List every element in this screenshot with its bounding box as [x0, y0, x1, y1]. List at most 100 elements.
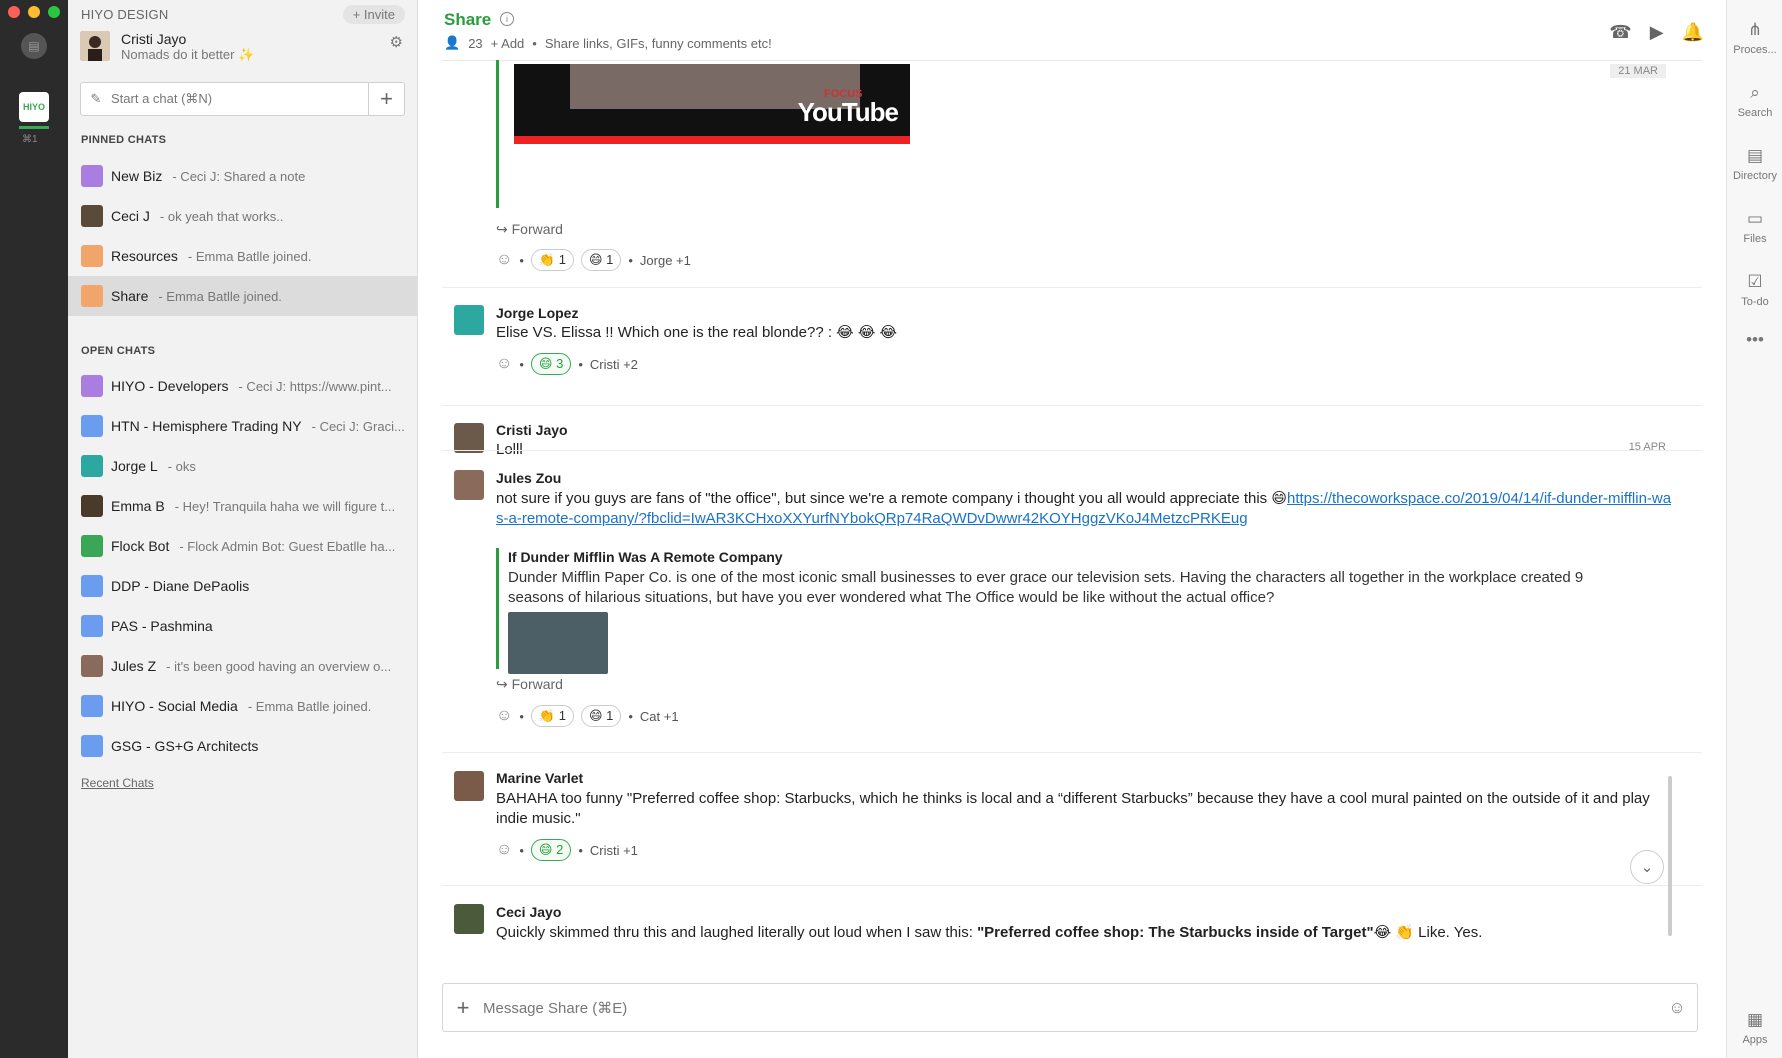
process-app[interactable]: ⋔ Proces...	[1727, 20, 1782, 56]
reacted-by[interactable]: Jorge +1	[640, 253, 691, 268]
chat-name: New Biz	[111, 168, 163, 184]
chat-list-item[interactable]: Flock Bot - Flock Admin Bot: Guest Ebatll…	[68, 526, 417, 566]
chat-list-item[interactable]: GSG - GS+G Architects	[68, 726, 417, 766]
avatar[interactable]	[454, 904, 484, 934]
add-member-button[interactable]: + Add	[491, 36, 525, 51]
reaction-pill[interactable]: 😄 1	[580, 249, 622, 271]
bell-icon[interactable]: 🔔	[1682, 22, 1704, 43]
message-scrollbar[interactable]	[1668, 776, 1672, 936]
reacted-by[interactable]: Cristi +1	[590, 843, 638, 858]
chat-list-item[interactable]: DDP - Diane DePaolis	[68, 566, 417, 606]
video-progress-bar	[514, 136, 910, 144]
add-reaction-icon[interactable]: ☺	[496, 707, 512, 725]
chat-list-item[interactable]: Resources - Emma Batlle joined.	[68, 236, 417, 276]
team-name[interactable]: HIYO DESIGN	[81, 7, 168, 22]
chat-list-item[interactable]: New Biz - Ceci J: Shared a note	[68, 156, 417, 196]
chat-icon	[81, 285, 103, 307]
user-status[interactable]: Nomads do it better ✨	[121, 47, 254, 63]
more-apps-button[interactable]: •••	[1727, 330, 1782, 350]
recent-chats-link[interactable]: Recent Chats	[81, 776, 154, 790]
reaction-pill[interactable]: 😄 2	[530, 839, 572, 861]
scroll-to-bottom-button[interactable]: ⌄	[1630, 850, 1664, 884]
chat-preview: - Emma Batlle joined.	[187, 248, 312, 264]
message-bold: "Preferred coffee shop: The Starbucks in…	[977, 924, 1374, 941]
files-icon: ▭	[1746, 209, 1764, 228]
reacted-by[interactable]: Cat +1	[640, 709, 679, 724]
youtube-thumbnail[interactable]: FOCUS YouTube	[514, 64, 910, 144]
message-author[interactable]: Cristi Jayo	[496, 422, 568, 438]
chat-list-item[interactable]: HIYO - Social Media - Emma Batlle joined.	[68, 686, 417, 726]
search-app[interactable]: ⌕ Search	[1727, 83, 1782, 119]
add-reaction-icon[interactable]: ☺	[496, 841, 512, 859]
message-author[interactable]: Marine Varlet	[496, 770, 583, 786]
member-count[interactable]: 23	[468, 36, 482, 51]
chat-icon	[81, 695, 103, 717]
preview-thumbnail[interactable]	[508, 612, 608, 674]
chat-list-item[interactable]: HIYO - Developers - Ceci J: https://www.p…	[68, 366, 417, 406]
zoom-window-button[interactable]	[48, 6, 60, 18]
preview-title[interactable]: If Dunder Mifflin Was A Remote Company	[508, 549, 1656, 565]
start-chat-bar[interactable]: ✎ Start a chat (⌘N) +	[80, 82, 405, 116]
chat-name: Share	[111, 288, 149, 304]
chat-name: HIYO - Developers	[111, 378, 229, 394]
link-preview[interactable]: If Dunder Mifflin Was A Remote Company D…	[496, 548, 1656, 674]
new-chat-button[interactable]: +	[368, 83, 404, 115]
chat-preview: - Flock Admin Bot: Guest Ebatlle ha...	[179, 538, 396, 554]
directory-app[interactable]: ▤ Directory	[1727, 146, 1782, 182]
avatar[interactable]	[80, 31, 110, 61]
minimize-window-button[interactable]	[28, 6, 40, 18]
avatar[interactable]	[454, 771, 484, 801]
message-input[interactable]: Message Share (⌘E)	[483, 999, 1657, 1017]
reaction-pill[interactable]: 👏 1	[530, 249, 574, 271]
message-divider	[442, 450, 1702, 451]
chat-list-item[interactable]: Share - Emma Batlle joined.	[68, 276, 417, 316]
forward-button[interactable]: ↪ Forward	[496, 221, 563, 238]
emoji-icon[interactable]: ☺	[1657, 998, 1697, 1018]
team-logo[interactable]: HIYO	[19, 92, 49, 122]
chat-bubble-icon[interactable]: ▤	[21, 33, 47, 59]
chat-list-item[interactable]: Jorge L - oks	[68, 446, 417, 486]
members-icon[interactable]: 👤	[444, 35, 460, 51]
forward-button[interactable]: ↪ Forward	[496, 676, 563, 693]
avatar[interactable]	[454, 423, 484, 453]
chat-list-item[interactable]: Jules Z - it's been good having an overvi…	[68, 646, 417, 686]
chat-icon	[81, 535, 103, 557]
chat-list-item[interactable]: Emma B - Hey! Tranquila haha we will figu…	[68, 486, 417, 526]
chat-icon	[81, 615, 103, 637]
chat-icon	[81, 415, 103, 437]
files-app[interactable]: ▭ Files	[1727, 209, 1782, 245]
chat-preview: - oks	[167, 458, 196, 474]
team-shortcut: ⌘1	[22, 134, 38, 145]
reaction-pill[interactable]: 👏 1	[530, 705, 574, 727]
conversation-pane: Share i 👤 23 + Add • Share links, GIFs, …	[418, 0, 1726, 1058]
add-reaction-icon[interactable]: ☺	[496, 355, 512, 373]
reaction-pill[interactable]: 😄 3	[530, 353, 572, 375]
apps-button[interactable]: ▦ Apps	[1727, 1010, 1782, 1046]
todo-app[interactable]: ☑ To-do	[1727, 272, 1782, 308]
message-author[interactable]: Jules Zou	[496, 470, 561, 486]
channel-subheader: 👤 23 + Add • Share links, GIFs, funny co…	[444, 35, 772, 51]
pinned-chats-title: PINNED CHATS	[81, 134, 167, 146]
start-chat-input[interactable]: Start a chat (⌘N)	[111, 91, 368, 107]
reaction-pill[interactable]: 😄 1	[580, 705, 622, 727]
reacted-by[interactable]: Cristi +2	[590, 357, 638, 372]
close-window-button[interactable]	[8, 6, 20, 18]
invite-button[interactable]: + Invite	[342, 5, 405, 24]
add-reaction-icon[interactable]: ☺	[496, 251, 512, 269]
video-icon[interactable]: ▶	[1650, 22, 1664, 43]
chat-list-item[interactable]: PAS - Pashmina	[68, 606, 417, 646]
message-author[interactable]: Jorge Lopez	[496, 305, 578, 321]
chat-list-item[interactable]: HTN - Hemisphere Trading NY - Ceci J: Gra…	[68, 406, 417, 446]
phone-icon[interactable]: ☎	[1609, 22, 1631, 43]
gear-icon[interactable]: ⚙	[390, 33, 403, 51]
attach-button[interactable]: +	[443, 995, 483, 1021]
chat-preview: - Hey! Tranquila haha we will figure t..…	[174, 498, 396, 514]
avatar[interactable]	[454, 305, 484, 335]
chat-list-item[interactable]: Ceci J - ok yeah that works..	[68, 196, 417, 236]
info-icon[interactable]: i	[500, 12, 514, 26]
apps-rail: ⋔ Proces... ⌕ Search ▤ Directory ▭ Files ☑ To…	[1726, 0, 1782, 1058]
avatar[interactable]	[454, 470, 484, 500]
message-list[interactable]: FOCUS YouTube 21 MAR ↪ Forward ☺ • 👏 1 😄 …	[418, 60, 1708, 970]
sidebar: HIYO DESIGN + Invite Cristi Jayo Nomads …	[68, 0, 418, 1058]
message-author[interactable]: Ceci Jayo	[496, 904, 561, 920]
